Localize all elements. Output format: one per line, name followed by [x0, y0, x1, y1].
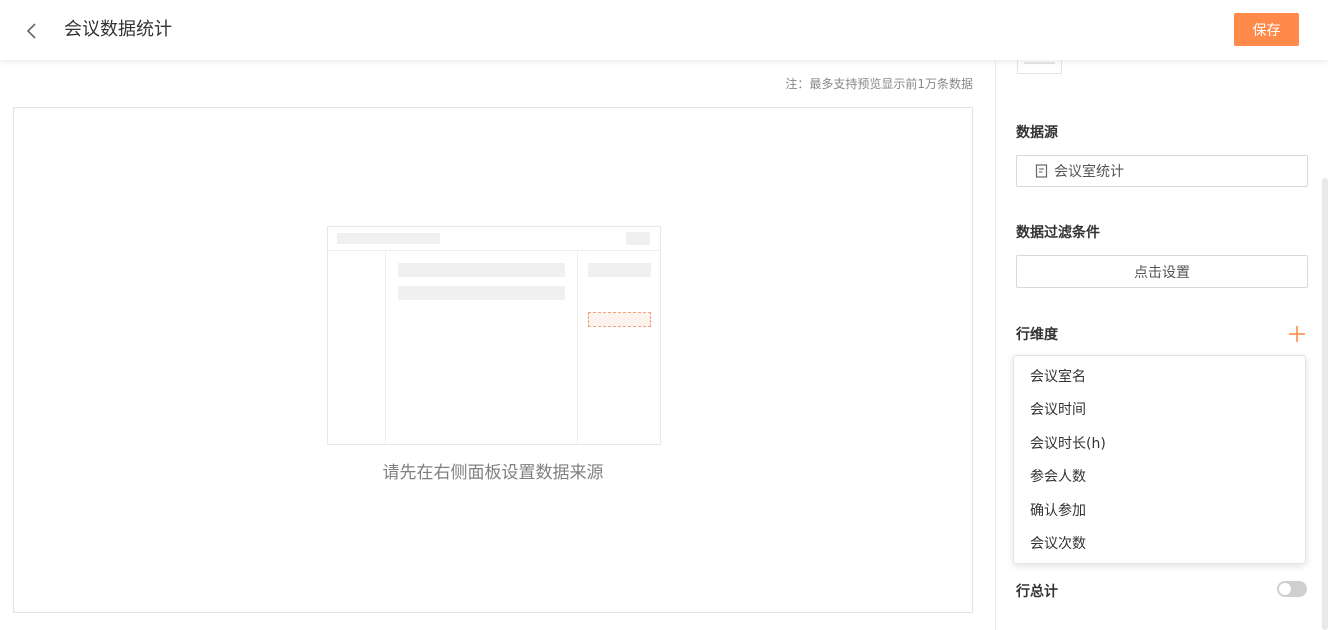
preview-note: 注：最多支持预览显示前1万条数据 [785, 77, 973, 91]
document-icon [1035, 164, 1048, 178]
illustration-row-bar [398, 286, 565, 300]
dropdown-option[interactable]: 会议时长(h) [1014, 428, 1305, 461]
illustration-divider-right [577, 251, 578, 444]
panel-scrollbar[interactable] [1322, 178, 1328, 630]
datasource-label: 数据源 [1016, 125, 1058, 141]
datasource-selector[interactable]: 会议室统计 [1016, 155, 1308, 187]
dropdown-option[interactable]: 确认参加 [1014, 495, 1305, 528]
chevron-left-icon [26, 23, 36, 39]
plus-icon [1289, 326, 1305, 342]
back-button[interactable] [18, 17, 46, 45]
page-title: 会议数据统计 [64, 19, 172, 40]
illustration-panel-bar [588, 263, 651, 277]
thumbnail-line [1024, 62, 1055, 64]
row-total-toggle[interactable] [1277, 581, 1307, 597]
illustration-divider-left [385, 251, 386, 444]
empty-state-illustration [327, 226, 661, 445]
illustration-button-bar [626, 232, 650, 245]
dropdown-option[interactable]: 会议室名 [1014, 361, 1305, 394]
filter-settings-button[interactable]: 点击设置 [1016, 255, 1308, 288]
header-bar: 会议数据统计 保存 [0, 0, 1328, 60]
datasource-value: 会议室统计 [1054, 164, 1124, 180]
illustration-row-bar [398, 263, 565, 277]
dropdown-option[interactable]: 参会人数 [1014, 461, 1305, 494]
dropdown-option[interactable]: 会议次数 [1014, 528, 1305, 561]
row-dimension-dropdown: 会议室名 会议时间 会议时长(h) 参会人数 确认参加 会议次数 [1013, 355, 1306, 564]
illustration-drop-target [588, 312, 651, 327]
add-row-dimension-button[interactable] [1286, 323, 1308, 345]
preview-area: 请先在右侧面板设置数据来源 [13, 107, 973, 613]
dropdown-option[interactable]: 会议时间 [1014, 394, 1305, 427]
illustration-title-bar [337, 233, 440, 244]
toggle-knob [1279, 583, 1291, 595]
empty-state-text: 请先在右侧面板设置数据来源 [382, 463, 604, 483]
row-total-label: 行总计 [1016, 584, 1058, 600]
save-button[interactable]: 保存 [1234, 13, 1299, 46]
filter-label: 数据过滤条件 [1016, 225, 1100, 241]
row-dimension-label: 行维度 [1016, 327, 1058, 343]
